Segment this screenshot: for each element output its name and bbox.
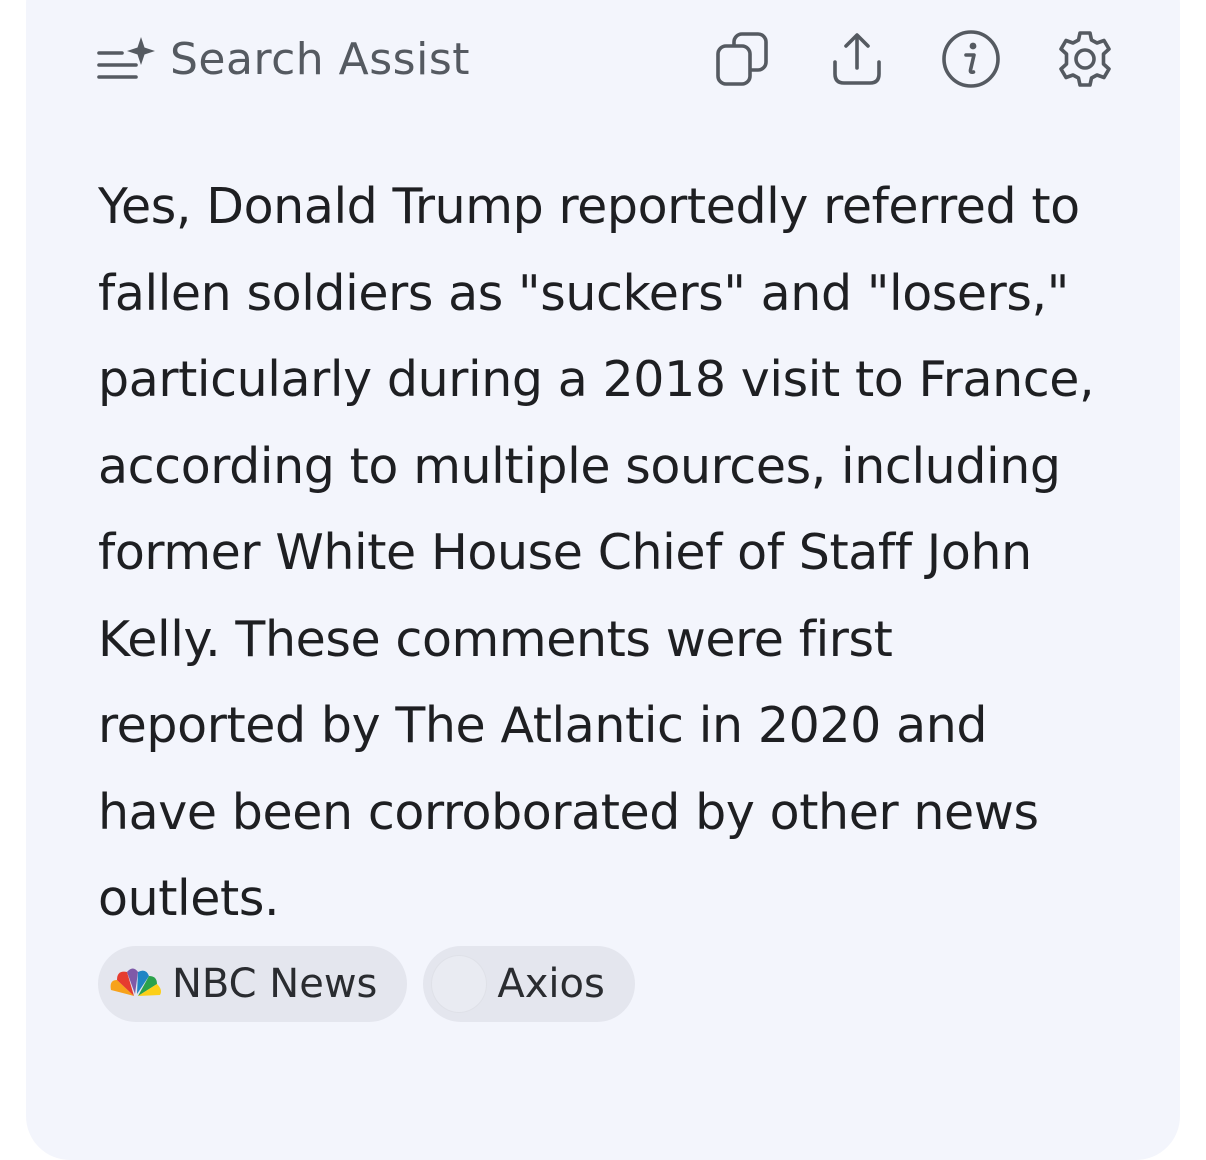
header-actions bbox=[660, 28, 1116, 90]
search-assist-title: Search Assist bbox=[170, 33, 470, 85]
source-label: NBC News bbox=[172, 961, 378, 1007]
source-chip-axios[interactable]: Axios bbox=[423, 946, 635, 1022]
axios-logo-icon bbox=[431, 954, 491, 1014]
share-icon[interactable] bbox=[826, 28, 888, 90]
source-chips: NBC News Axios bbox=[98, 946, 651, 1022]
gear-icon[interactable] bbox=[1054, 28, 1116, 90]
copy-icon[interactable] bbox=[712, 28, 774, 90]
source-chip-nbc-news[interactable]: NBC News bbox=[98, 946, 408, 1022]
search-assist-header: Search Assist bbox=[96, 28, 1116, 90]
assist-answer-text: Yes, Donald Trump reportedly referred to… bbox=[98, 178, 1095, 927]
brand: Search Assist bbox=[96, 28, 470, 90]
nbc-peacock-icon bbox=[106, 954, 166, 1014]
info-icon[interactable] bbox=[940, 28, 1002, 90]
source-label: Axios bbox=[497, 961, 605, 1007]
sparkle-list-icon bbox=[96, 28, 158, 90]
